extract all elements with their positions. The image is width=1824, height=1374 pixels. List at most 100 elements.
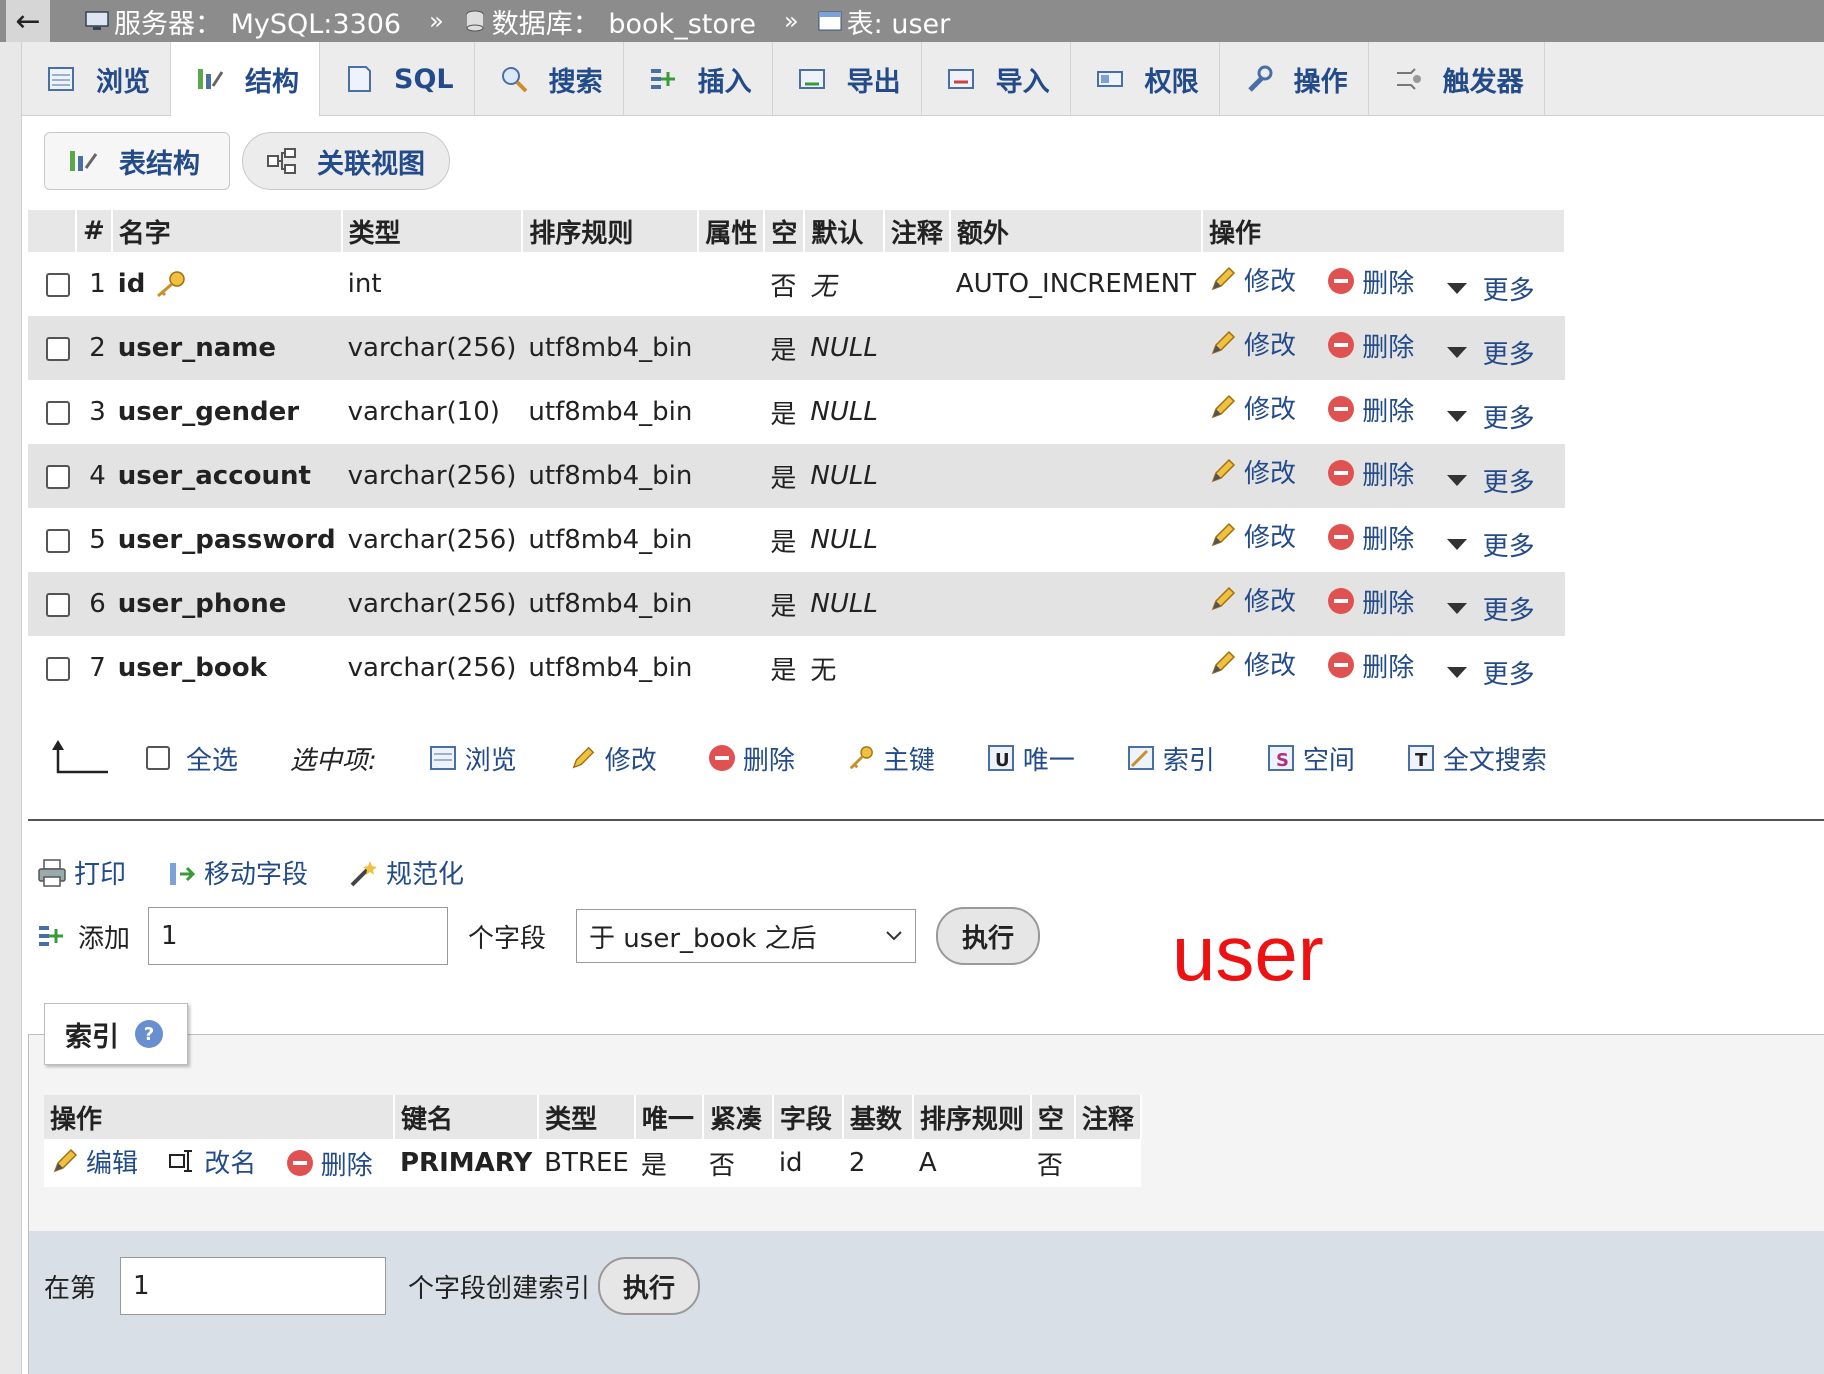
delete-link[interactable]: 删除 [1328,327,1414,364]
row-checkbox[interactable] [46,656,70,681]
bulk-edit[interactable]: 修改 [569,740,657,777]
row-checkbox[interactable] [46,592,70,617]
add-go-button[interactable]: 执行 [936,907,1041,965]
row-num: 7 [89,653,106,683]
breadcrumb-database[interactable]: 数据库： book_store [462,2,756,41]
row-checkbox[interactable] [46,272,70,297]
index-rename-link[interactable]: 改名 [168,1143,256,1180]
edit-link[interactable]: 修改 [1208,261,1296,298]
bulk-unique[interactable]: U 唯一 [987,740,1075,777]
help-icon[interactable]: ? [135,1020,163,1048]
tab-sql[interactable]: SQL [320,42,475,116]
more-dropdown[interactable]: 更多 [1446,526,1535,563]
edit-link[interactable]: 修改 [1208,453,1296,490]
table-row: 4 user_account varchar(256) utf8mb4_bin … [28,444,1565,508]
index-edit-link[interactable]: 编辑 [50,1143,138,1180]
delete-icon [708,745,735,771]
edit-link[interactable]: 修改 [1208,517,1296,554]
row-field-name: user_phone [111,572,342,636]
primary-key-icon [157,271,186,298]
edit-link[interactable]: 修改 [1208,581,1296,618]
row-field-name: user_gender [117,397,300,427]
row-field-name: user_book [117,653,267,683]
move-columns-link[interactable]: 移动字段 [166,854,308,891]
key-icon [849,746,873,770]
delete-link[interactable]: 删除 [1328,519,1414,556]
row-attributes [698,316,765,380]
create-index-go-button[interactable]: 执行 [598,1257,701,1315]
row-null: 是 [770,399,797,430]
delete-link[interactable]: 删除 [1328,263,1414,300]
index-delete-link[interactable]: 删除 [286,1145,373,1182]
edit-link[interactable]: 修改 [1208,645,1296,682]
print-link[interactable]: 打印 [36,854,126,891]
subtab-table-structure[interactable]: 表结构 [44,132,230,190]
bulk-primary[interactable]: 主键 [847,740,935,777]
delete-link[interactable]: 删除 [1328,583,1414,620]
row-type: varchar(256) [341,572,523,636]
more-dropdown[interactable]: 更多 [1446,590,1535,627]
magic-wand-icon [350,860,378,886]
more-dropdown[interactable]: 更多 [1446,654,1535,691]
subtab-relation-view[interactable]: 关联视图 [242,132,450,190]
tab-import[interactable]: 导入 [922,42,1071,116]
search-icon [501,67,528,93]
unique-icon: U [987,745,1014,771]
create-index-count-input[interactable]: 1 [120,1257,387,1315]
triangle-down-icon [1446,411,1467,423]
row-default: NULL [810,525,878,555]
row-checkbox[interactable] [46,464,70,489]
index-table: 操作 键名 类型 唯一 紧凑 字段 基数 排序规则 空 注释 编辑 改名 删除 … [44,1095,1142,1187]
delete-icon [1328,460,1355,487]
select-all-checkbox[interactable] [146,746,170,770]
bulk-delete[interactable]: 删除 [708,740,795,777]
select-all[interactable]: 全选 [146,740,238,777]
delete-link[interactable]: 删除 [1328,391,1414,428]
tab-privileges[interactable]: 权限 [1071,42,1220,116]
add-count-input[interactable]: 1 [148,907,449,965]
tab-triggers[interactable]: 触发器 [1369,42,1545,116]
more-dropdown[interactable]: 更多 [1446,462,1535,499]
edit-link[interactable]: 修改 [1208,325,1296,362]
row-extra: AUTO_INCREMENT [955,269,1196,299]
row-comment [884,508,950,572]
row-checkbox[interactable] [46,336,70,361]
row-extra [950,508,1202,572]
breadcrumb-table[interactable]: 表: user [817,2,950,41]
delete-link[interactable]: 删除 [1328,647,1414,684]
add-position-select[interactable]: 于 user_book 之后 [576,909,917,963]
more-dropdown[interactable]: 更多 [1446,270,1535,307]
back-arrow-button[interactable]: ← [6,0,50,42]
bulk-browse[interactable]: 浏览 [429,740,517,777]
pencil-icon [572,746,595,769]
row-extra [949,572,1202,636]
bulk-index[interactable]: 索引 [1127,740,1215,777]
row-checkbox[interactable] [46,528,70,553]
index-unique: 是 [634,1139,703,1187]
row-null: 是 [764,444,805,508]
row-checkbox[interactable] [46,400,70,425]
tab-browse[interactable]: 浏览 [22,42,171,116]
add-unit-label: 个字段 [468,923,547,954]
edit-link[interactable]: 修改 [1208,389,1296,426]
tab-insert[interactable]: 插入 [624,42,773,116]
index-packed: 否 [702,1139,773,1187]
insert-icon [39,926,63,946]
row-type: varchar(256) [341,316,523,380]
bulk-spatial[interactable]: S 空间 [1267,740,1355,777]
normalize-link[interactable]: 规范化 [348,854,464,891]
add-label: 添加 [78,923,131,954]
col-null: 空 [764,210,806,252]
row-default: NULL [804,316,884,380]
tab-export[interactable]: 导出 [773,42,922,116]
row-comment [883,316,950,380]
tab-search[interactable]: 搜索 [475,42,624,116]
col-extra: 额外 [949,210,1204,252]
more-dropdown[interactable]: 更多 [1446,334,1535,371]
tab-structure[interactable]: 结构 [171,42,320,117]
more-dropdown[interactable]: 更多 [1446,398,1535,435]
delete-link[interactable]: 删除 [1328,455,1414,492]
breadcrumb-server[interactable]: 服务器： MySQL:3306 [84,2,401,41]
bulk-fulltext[interactable]: T 全文搜索 [1407,740,1547,777]
tab-operations[interactable]: 操作 [1220,42,1369,116]
